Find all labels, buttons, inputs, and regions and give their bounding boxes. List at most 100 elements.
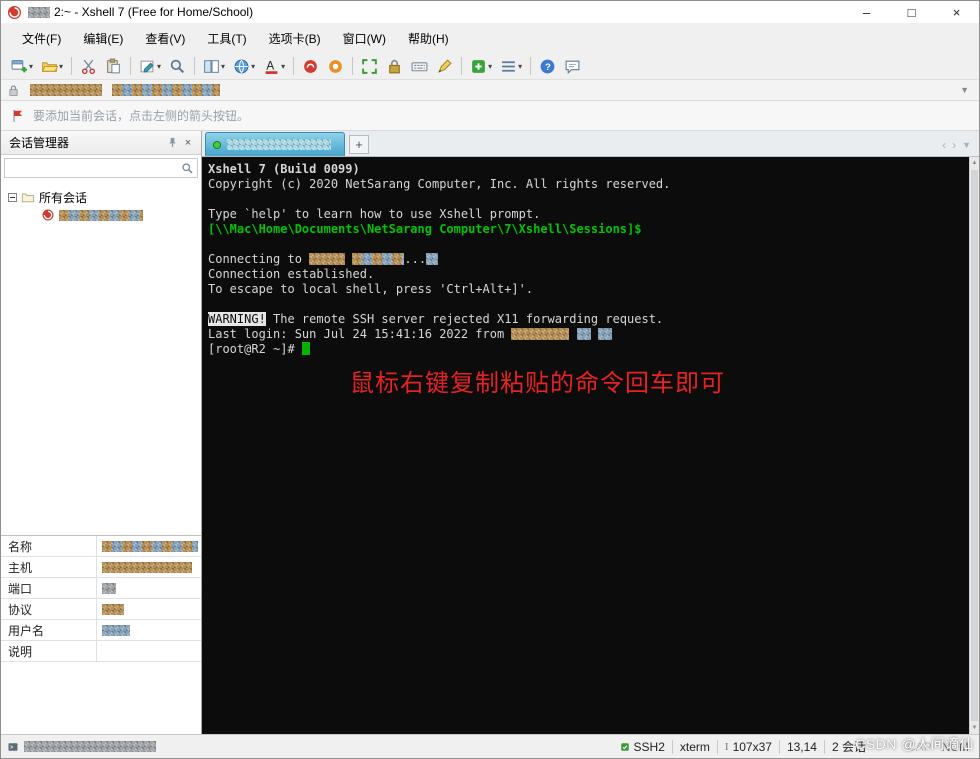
tab-scroll-left-icon[interactable]: ‹ [942,138,946,152]
menu-item[interactable]: 查看(V) [134,25,196,52]
tab-list-chevron-icon[interactable]: ▼ [962,140,971,150]
minimize-button[interactable]: – [844,1,889,23]
find-button[interactable] [165,55,190,77]
app-logo-icon [7,5,22,20]
new-transfer-icon [233,58,250,75]
open-session-button[interactable]: ▾ [37,55,67,77]
session-manager-header: 会话管理器 × [1,131,201,155]
xftp-icon [327,58,344,75]
terminal-line: Connecting to ... [208,252,969,267]
terminal-output[interactable]: Xshell 7 (Build 0099) Copyright (c) 2020 … [202,157,969,734]
terminal-cursor [301,342,310,355]
menu-item[interactable]: 工具(T) [196,25,257,52]
terminal-redacted-text [576,328,591,340]
menu-item[interactable]: 窗口(W) [332,25,397,52]
toolbar-separator [352,57,354,75]
xshell-window: 2:~ - Xshell 7 (Free for Home/School) – … [0,0,980,759]
add-session-arrow-button[interactable] [9,107,27,125]
menu-bar: 文件(F) 编辑(E) 查看(V) 工具(T) 选项卡(B) 窗口(W) 帮助(H) [1,23,979,53]
csdn-watermark: CSDN @人间谪仙 [855,736,974,752]
arrange-icon [500,58,517,75]
virtual-keyboard-button[interactable] [407,55,432,77]
tree-collapse-icon[interactable] [8,192,17,202]
property-label: 说明 [1,641,97,661]
encryption-icon [620,742,630,752]
status-session-icon [7,741,19,753]
address-bar[interactable]: ▼ [1,79,979,101]
lock-screen-button[interactable] [382,55,407,77]
compose-icon [139,58,156,75]
terminal-line: [root@R2 ~]# [208,342,969,357]
session-search-box[interactable] [4,158,198,178]
cut-button[interactable] [76,55,101,77]
paste-button[interactable] [101,55,126,77]
session-tab[interactable] [205,132,345,156]
new-terminal-button[interactable]: ▾ [466,55,496,77]
terminal-redacted-text [352,253,405,265]
arrange-button[interactable]: ▾ [496,55,526,77]
scroll-down-icon[interactable]: ▼ [970,722,979,734]
compose-button[interactable]: ▾ [135,55,165,77]
new-tab-button[interactable]: + [349,135,369,154]
toolbar: ▾ ▾ ▾ ▾ ▾ A ▾ ▾ ▾? [1,53,979,79]
open-session-icon [41,58,59,75]
dropdown-caret-icon: ▾ [59,61,64,71]
menu-item[interactable]: 选项卡(B) [258,25,332,52]
terminal-redacted-text [511,328,570,340]
scroll-up-icon[interactable]: ▲ [970,157,979,169]
xftp-button[interactable] [323,55,348,77]
dropdown-caret-icon: ▾ [29,61,34,71]
tab-layout-button[interactable]: ▾ [199,55,229,77]
tree-root-all-sessions[interactable]: 所有会话 [1,188,201,206]
tree-session-item[interactable] [1,206,201,224]
menu-item[interactable]: 文件(F) [11,25,72,52]
maximize-button[interactable]: □ [889,1,934,23]
title-redacted-text [28,6,50,18]
help-button[interactable]: ? [535,55,560,77]
status-bar: SSH2 xterm I 107x37 13,14 2 会话 CAP NUM [1,734,979,758]
new-session-button[interactable]: ▾ [7,55,37,77]
fullscreen-button[interactable] [357,55,382,77]
pin-panel-icon[interactable] [164,135,180,151]
menu-item[interactable]: 编辑(E) [72,25,134,52]
property-label: 主机 [1,557,97,577]
tree-root-label: 所有会话 [39,190,88,205]
title-bar[interactable]: 2:~ - Xshell 7 (Free for Home/School) – … [1,1,979,23]
tab-scroll-right-icon[interactable]: › [952,138,956,152]
property-label: 名称 [1,536,97,556]
terminal-line: WARNING! The remote SSH server rejected … [208,312,664,326]
property-value [97,624,201,636]
fullscreen-icon [361,58,378,75]
svg-text:?: ? [545,62,551,73]
property-row: 说明 [1,641,201,662]
feedback-icon [564,58,581,75]
close-panel-button[interactable]: × [180,135,196,151]
property-value-redacted [102,624,130,636]
session-name-redacted [59,209,143,221]
terminal-line: Last login: Sun Jul 24 15:41:16 2022 fro… [208,327,969,342]
lock-icon [7,84,20,97]
address-redacted-path [112,84,220,96]
terminal-scrollbar[interactable]: ▲ ▼ [969,157,979,734]
highlight-pen-button[interactable] [432,55,457,77]
cursor-beam-icon: I [724,740,729,753]
feedback-button[interactable] [560,55,585,77]
property-label: 协议 [1,599,97,619]
status-protocol: SSH2 [613,740,672,754]
close-button[interactable]: × [934,1,979,23]
session-search-input[interactable] [8,161,181,175]
toolbar-separator [130,57,132,75]
font-color-button[interactable]: A ▾ [259,55,289,77]
dropdown-caret-icon: ▾ [157,61,162,71]
property-value-redacted [102,561,192,573]
info-bar: 要添加当前会话，点击左侧的箭头按钮。 [1,101,979,131]
sidebar-empty-area [1,662,201,734]
address-dropdown-chevron-icon[interactable]: ▼ [956,85,973,95]
xagent-button[interactable] [298,55,323,77]
new-transfer-button[interactable]: ▾ [229,55,259,77]
terminal-line: Type `help' to learn how to use Xshell p… [208,207,541,221]
tab-layout-icon [203,58,220,75]
dropdown-caret-icon: ▾ [518,61,523,71]
scrollbar-thumb[interactable] [971,170,978,721]
menu-item[interactable]: 帮助(H) [397,25,460,52]
